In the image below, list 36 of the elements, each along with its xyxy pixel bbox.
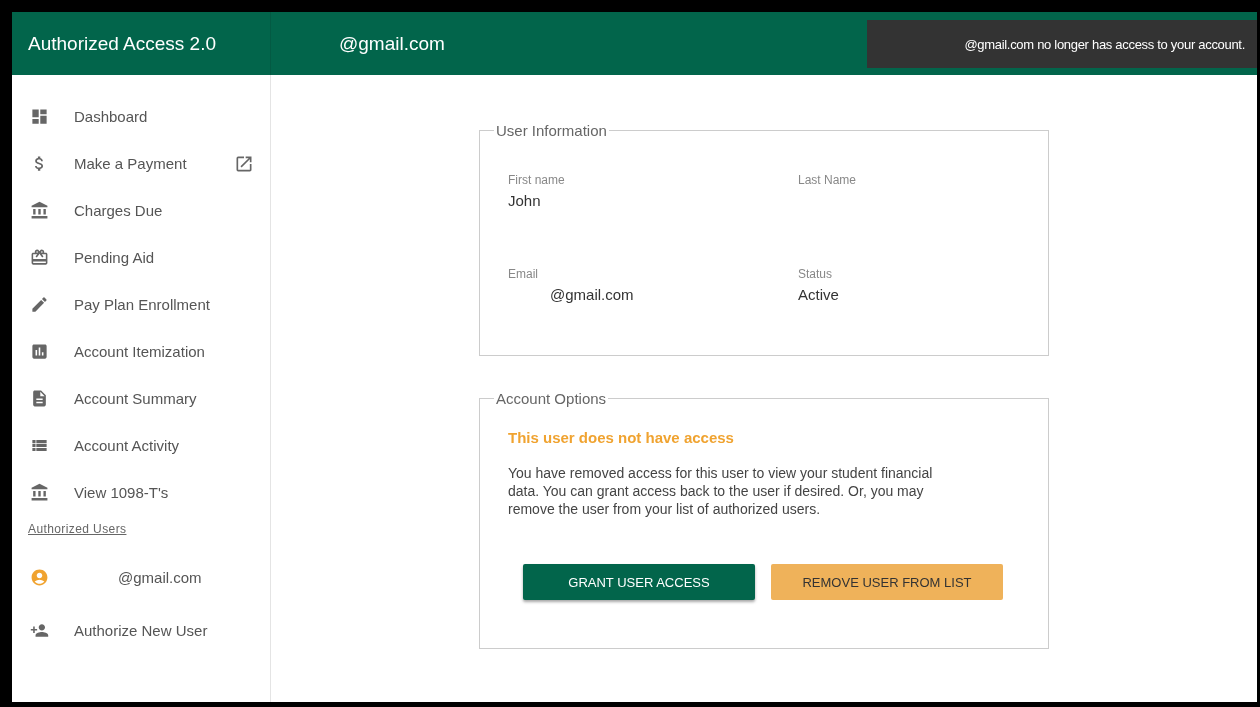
gift-icon [30,248,49,267]
add-person-icon [30,621,49,640]
toast-message: @gmail.com no longer has access to your account. [867,20,1257,68]
sidebar-item[interactable]: Pending Aid [12,234,270,281]
field-value: @gmail.com [549,286,635,303]
sidebar-item[interactable]: View 1098-T's [12,469,270,516]
sidebar-item[interactable]: Pay Plan Enrollment [12,281,270,328]
field-label: Status [798,267,834,281]
field-value: Active [798,286,840,303]
chart-icon [30,342,49,361]
sidebar-item[interactable]: Dashboard [12,93,270,140]
sidebar-item[interactable]: @gmail.com [12,547,270,607]
panel-legend: Account Options [494,390,609,407]
sidebar-item[interactable]: Make a Payment [12,140,270,187]
remove-button[interactable]: REMOVE USER FROM LIST [771,564,1003,600]
sidebar-item[interactable]: Account Summary [12,375,270,422]
notice-text: This user does not have access [508,429,735,446]
message-text: You have removed access for this user to view your student financial data. You can grant access back to the user if desired. Or, you may remove the user from your list of authorized users. [508,464,934,518]
bank-icon [30,201,49,220]
sidebar-item[interactable]: Account Itemization [12,328,270,375]
bank-icon [30,483,49,502]
sidebar-item[interactable]: Charges Due [12,187,270,234]
user-email: @gmail.com [339,32,445,55]
section-title[interactable]: Authorized Users [28,522,127,536]
sidebar-item[interactable]: Authorize New User [12,607,270,654]
app-title: Authorized Access 2.0 [28,32,216,55]
field-label: Email [508,267,539,281]
panel-legend: User Information [494,122,609,139]
field-value: John [508,192,542,209]
grant-button[interactable]: GRANT USER ACCESS [523,564,755,600]
field-label: First name [508,173,566,187]
pencil-icon [30,295,49,314]
field-label: Last Name [798,173,858,187]
sidebar-item[interactable]: Account Activity [12,422,270,469]
grid-icon [30,107,49,126]
document-icon [30,389,49,408]
